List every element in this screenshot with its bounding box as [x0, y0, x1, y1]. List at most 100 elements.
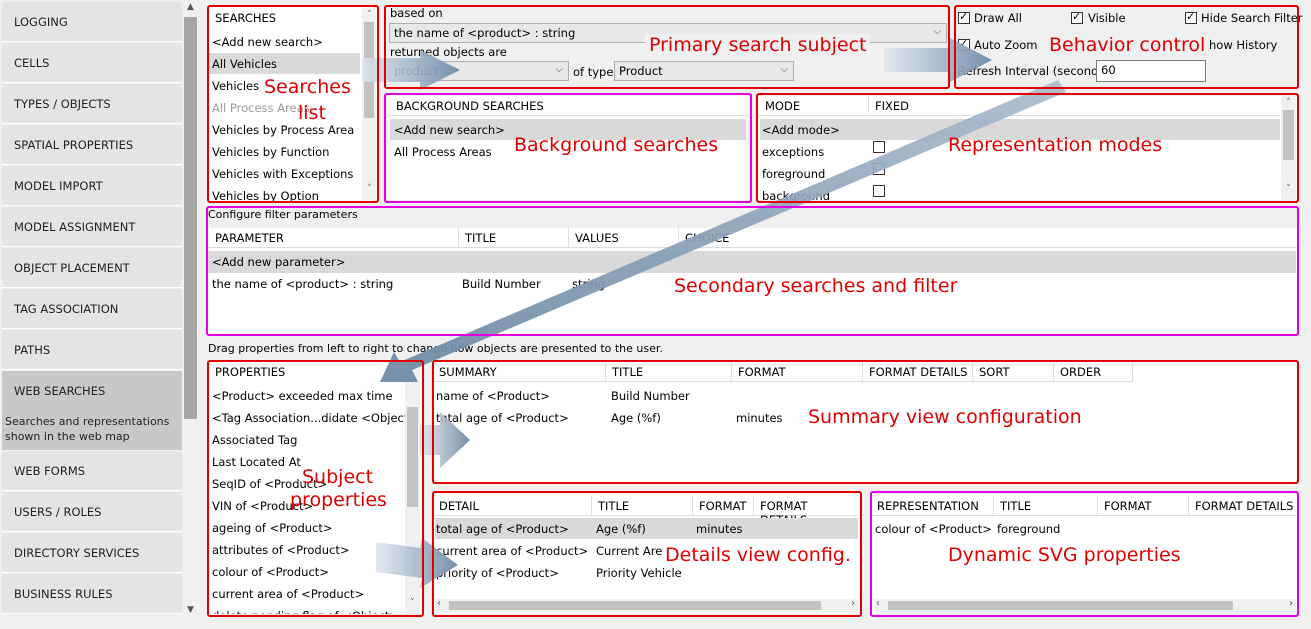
fixed-checkbox[interactable]	[873, 141, 885, 153]
scroll-down-icon[interactable]: ˅	[1281, 184, 1296, 194]
sidebar-item-directory-services[interactable]: DIRECTORY SERVICES	[2, 533, 182, 573]
list-item[interactable]: delete pending flag of <Object>	[212, 609, 399, 614]
scroll-down-icon[interactable]: ▼	[183, 605, 198, 615]
searches-scroll-thumb[interactable]	[364, 22, 374, 118]
sidebar-scroll-thumb[interactable]	[184, 17, 197, 419]
sidebar-item-paths[interactable]: PATHS	[2, 330, 182, 370]
filter-col-choice: CHOICE	[685, 231, 730, 245]
modes-scrollbar[interactable]: ˄ ˅	[1281, 96, 1296, 200]
sidebar-item-cells[interactable]: CELLS	[2, 43, 182, 83]
table-cell[interactable]: total age of <Product>	[436, 522, 569, 536]
table-cell[interactable]: minutes	[736, 411, 783, 425]
list-item[interactable]: foreground	[762, 167, 825, 181]
list-item[interactable]: <Add mode>	[762, 123, 840, 137]
list-item[interactable]: <Add new search>	[394, 123, 505, 137]
visible-checkbox[interactable]	[1071, 10, 1083, 24]
draw-all-checkbox[interactable]	[958, 10, 970, 24]
sidebar-item-label: SPATIAL PROPERTIES	[14, 137, 134, 152]
list-item[interactable]: Associated Tag	[212, 433, 297, 447]
scroll-right-icon[interactable]: ›	[851, 598, 855, 609]
fixed-checkbox[interactable]	[873, 163, 885, 175]
table-cell[interactable]: Age (%f)	[596, 522, 646, 536]
sidebar-item-business-rules[interactable]: BUSINESS RULES	[2, 574, 182, 614]
details-col-format: FORMAT	[699, 499, 747, 513]
properties-scroll-thumb[interactable]	[407, 407, 418, 507]
table-cell[interactable]: string	[572, 277, 605, 291]
table-cell[interactable]: Current Area	[596, 544, 669, 558]
searches-scrollbar[interactable]: ˄ ˅	[362, 8, 376, 200]
table-cell[interactable]: name of <Product>	[436, 389, 550, 403]
table-cell[interactable]: the name of <product> : string	[212, 277, 393, 291]
scroll-down-icon[interactable]: ˅	[405, 598, 420, 608]
modes-scroll-thumb[interactable]	[1283, 110, 1294, 160]
sidebar-item-logging[interactable]: LOGGING	[2, 2, 182, 42]
fixed-checkbox[interactable]	[873, 185, 885, 197]
list-item[interactable]: background	[762, 189, 830, 201]
list-item[interactable]: exceptions	[762, 145, 824, 159]
sidebar-item-model-import[interactable]: MODEL IMPORT	[2, 166, 182, 206]
list-item[interactable]: Vehicles by Function	[212, 145, 329, 159]
refresh-interval-input[interactable]: 60	[1096, 60, 1206, 82]
list-item[interactable]: Vehicles	[212, 79, 259, 93]
list-item[interactable]: All Process Areas	[394, 145, 492, 159]
searches-header: SEARCHES	[208, 8, 362, 28]
representation-hscroll-thumb[interactable]	[888, 601, 1233, 610]
sidebar-item-model-assignment[interactable]: MODEL ASSIGNMENT	[2, 207, 182, 247]
list-item[interactable]: <Tag Association...didate <Object>	[212, 411, 418, 425]
column-separator	[1132, 362, 1133, 382]
table-cell[interactable]: current area of <Product>	[436, 544, 588, 558]
sidebar-item-label: WEB FORMS	[14, 463, 86, 478]
scroll-up-icon[interactable]: ˄	[362, 10, 377, 20]
sidebar-item-types-objects[interactable]: TYPES / OBJECTS	[2, 84, 182, 124]
table-cell[interactable]: Priority Vehicle	[596, 566, 682, 580]
sidebar-item-web-forms[interactable]: WEB FORMS	[2, 451, 182, 491]
chevron-down-icon: ⌵	[555, 64, 563, 75]
summary-header: SUMMARY TITLE FORMAT FORMAT DETAILS SORT…	[433, 362, 1133, 382]
type-select[interactable]: Product ⌵	[614, 61, 794, 81]
table-cell[interactable]: total age of <Product>	[436, 411, 569, 425]
sidebar-item-users-roles[interactable]: USERS / ROLES	[2, 492, 182, 532]
table-row[interactable]: <Add new parameter>	[212, 255, 345, 269]
list-item[interactable]: current area of <Product>	[212, 587, 364, 601]
scroll-down-icon[interactable]: ˅	[362, 184, 377, 194]
list-item[interactable]: Last Located At	[212, 455, 301, 469]
sidebar-item-tag-association[interactable]: TAG ASSOCIATION	[2, 289, 182, 329]
sidebar-item-web-searches[interactable]: WEB SEARCHES	[2, 371, 182, 411]
sidebar-item-object-placement[interactable]: OBJECT PLACEMENT	[2, 248, 182, 288]
table-cell[interactable]: Build Number	[462, 277, 541, 291]
list-item[interactable]: ageing of <Product>	[212, 521, 333, 535]
scroll-up-icon[interactable]: ▲	[183, 2, 198, 12]
scroll-up-icon[interactable]: ˄	[405, 366, 420, 376]
table-cell[interactable]: minutes	[696, 522, 743, 536]
filter-header: PARAMETER TITLE VALUES CHOICE	[208, 228, 1298, 248]
properties-scrollbar[interactable]: ˄ ˅	[405, 362, 420, 614]
list-item[interactable]: All Process Areas	[212, 101, 310, 115]
table-cell[interactable]: foreground	[997, 522, 1060, 536]
list-item[interactable]: Vehicles by Process Area	[212, 123, 354, 137]
list-item[interactable]: <Add new search>	[212, 35, 323, 49]
scroll-left-icon[interactable]: ‹	[876, 598, 880, 609]
annotation-dynamic-svg: Dynamic SVG properties	[948, 544, 1181, 566]
scroll-right-icon[interactable]: ›	[1289, 598, 1293, 609]
list-item[interactable]: All Vehicles	[212, 57, 277, 71]
list-item[interactable]: attributes of <Product>	[212, 543, 349, 557]
list-item[interactable]: <Product> exceeded max time	[212, 389, 393, 403]
list-item[interactable]: Vehicles by Option	[212, 189, 319, 201]
summary-col-order: ORDER	[1060, 365, 1102, 379]
returned-objects-select[interactable]: product ⌵	[389, 61, 569, 81]
representation-hscrollbar[interactable]: ‹ ›	[874, 598, 1296, 612]
table-cell[interactable]: priority of <Product>	[436, 566, 559, 580]
details-hscroll-thumb[interactable]	[449, 601, 821, 610]
table-cell[interactable]: Build Number	[611, 389, 690, 403]
details-hscrollbar[interactable]: ‹ ›	[435, 598, 858, 612]
list-item[interactable]: colour of <Product>	[212, 565, 329, 579]
background-searches-header-label: BACKGROUND SEARCHES	[396, 99, 544, 113]
auto-zoom-checkbox[interactable]	[958, 37, 970, 51]
table-cell[interactable]: Age (%f)	[611, 411, 661, 425]
scroll-left-icon[interactable]: ‹	[437, 598, 441, 609]
scroll-up-icon[interactable]: ˄	[1281, 98, 1296, 108]
table-cell[interactable]: colour of <Product>	[875, 522, 992, 536]
list-item[interactable]: Vehicles with Exceptions	[212, 167, 353, 181]
hide-search-filter-checkbox[interactable]	[1185, 10, 1197, 24]
sidebar-item-spatial-properties[interactable]: SPATIAL PROPERTIES	[2, 125, 182, 165]
